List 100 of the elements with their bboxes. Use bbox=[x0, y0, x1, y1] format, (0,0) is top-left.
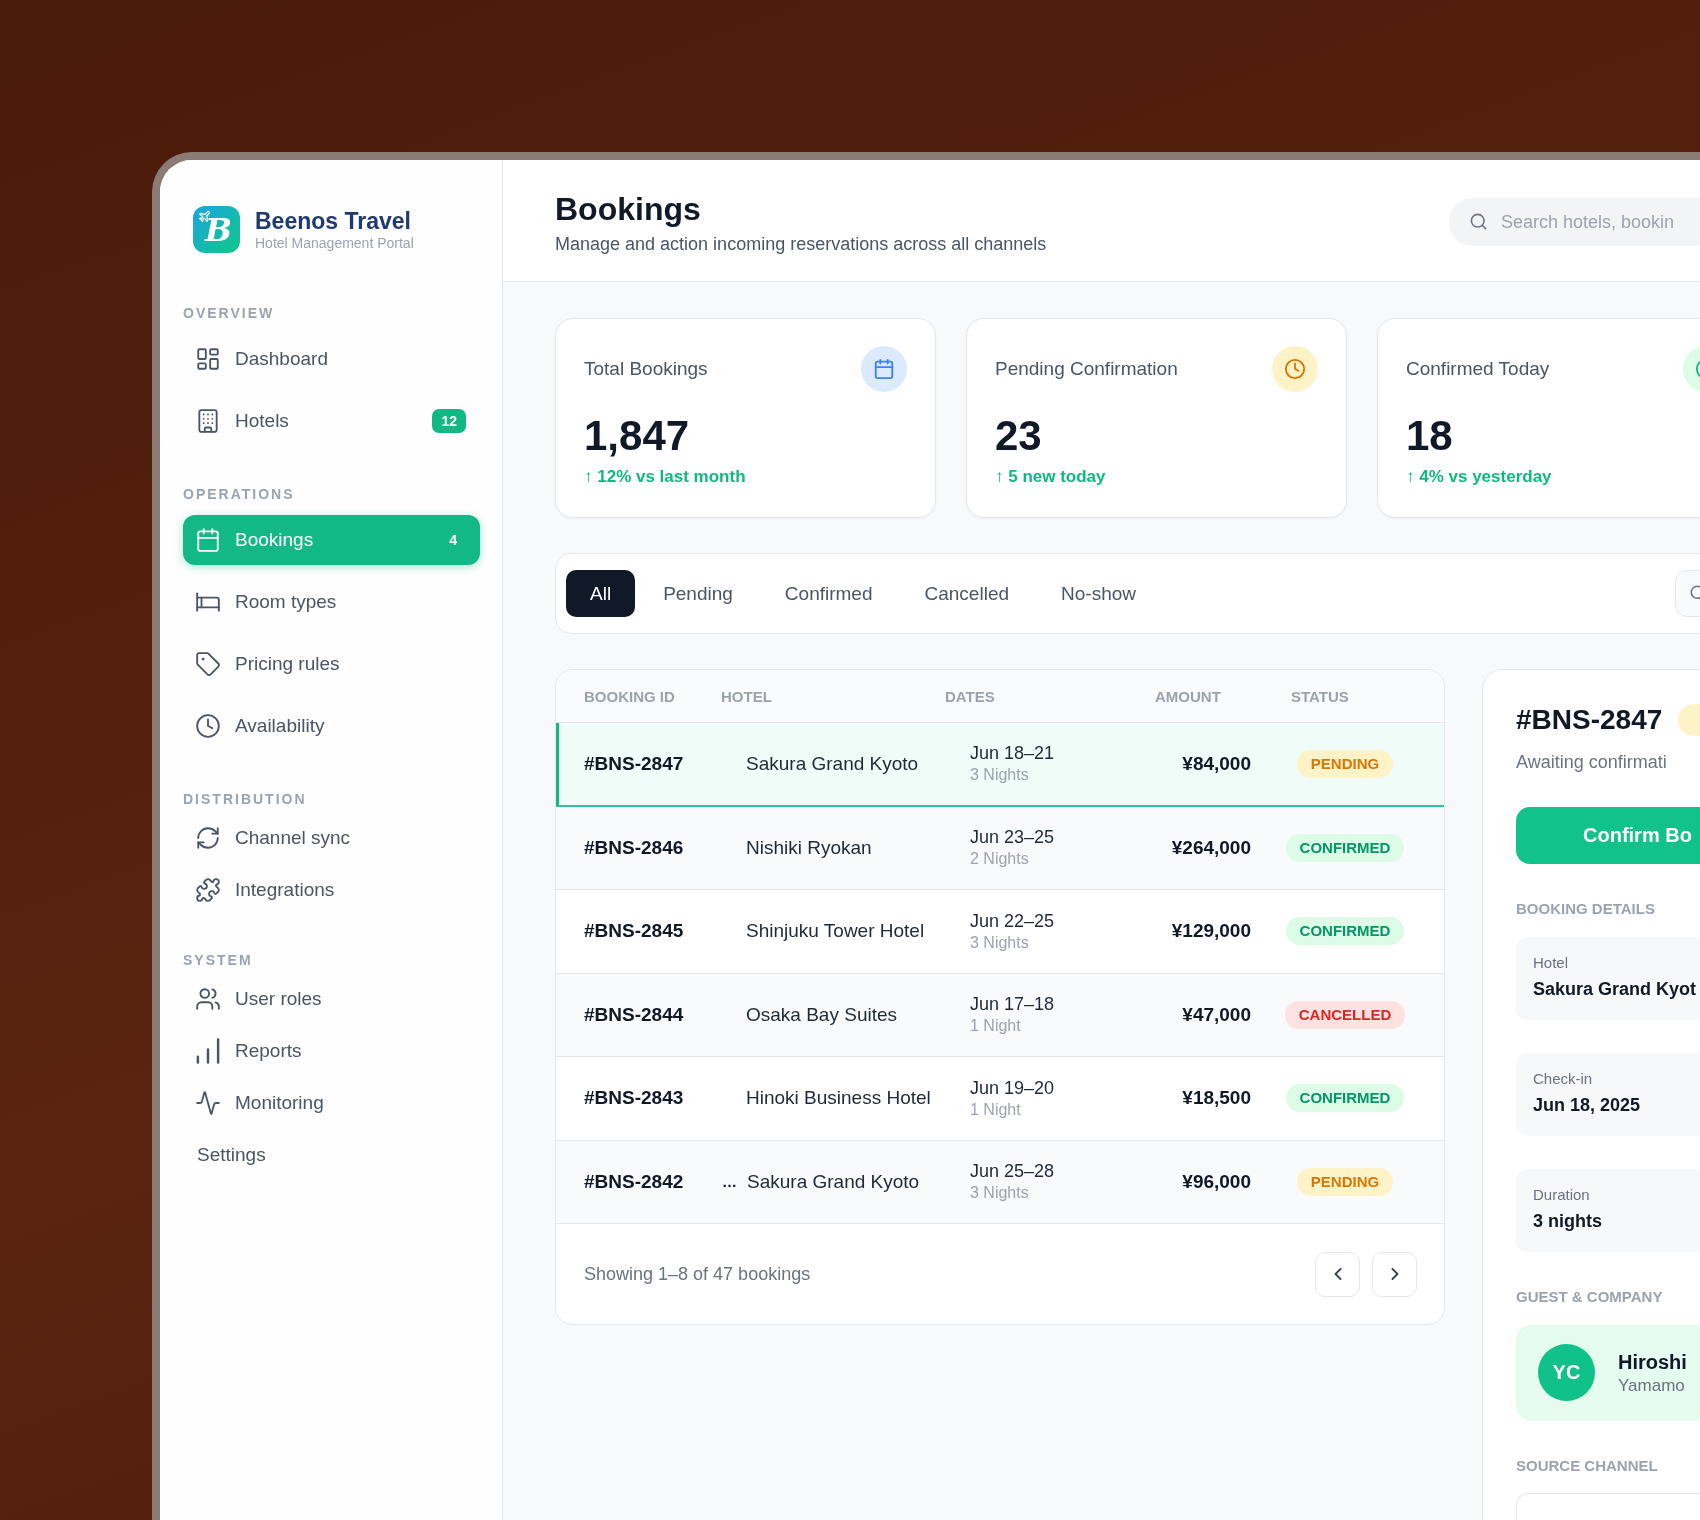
users-icon bbox=[195, 986, 221, 1012]
guest-company: Yamamo bbox=[1618, 1374, 1685, 1397]
next-page-button[interactable] bbox=[1372, 1251, 1417, 1297]
nav-item[interactable]: User roles bbox=[183, 977, 480, 1021]
nav-item[interactable]: Availability bbox=[183, 701, 480, 751]
hotel-name: Sakura Grand Kyoto bbox=[747, 1170, 920, 1193]
booking-id: #BNS-2844 bbox=[584, 1003, 684, 1026]
stat-change: ↑ 5 new today bbox=[995, 466, 1107, 488]
amount: ¥84,000 bbox=[1182, 752, 1251, 775]
stat-value: 18 bbox=[1406, 412, 1454, 460]
date-range: Jun 18–21 bbox=[970, 742, 1055, 766]
tag-icon bbox=[195, 651, 221, 677]
date-range: Jun 22–25 bbox=[970, 909, 1055, 933]
nav-label: Settings bbox=[197, 1144, 267, 1166]
filter-tab[interactable]: No-show bbox=[1037, 570, 1160, 617]
nights-count: 3 Nights bbox=[970, 1183, 1029, 1204]
column-header: AMOUNT bbox=[1155, 687, 1221, 705]
column-header: BOOKING ID bbox=[584, 687, 675, 705]
booking-id: #BNS-2842 bbox=[584, 1170, 684, 1193]
status-badge: CANCELLED bbox=[1284, 1000, 1406, 1029]
amount: ¥18,500 bbox=[1182, 1087, 1251, 1110]
detail-label: Check-in bbox=[1533, 1069, 1593, 1088]
pulse-icon bbox=[195, 1090, 221, 1116]
nights-count: 2 Nights bbox=[970, 849, 1029, 870]
booking-row[interactable]: #BNS-2847 Sakura Grand Kyoto Jun 18–21 3 Nights ¥84,000 PENDING bbox=[556, 723, 1444, 807]
nav-item[interactable]: Reports bbox=[183, 1029, 480, 1073]
nav-label: User roles bbox=[235, 988, 323, 1010]
booking-row[interactable]: #BNS-2842 … Sakura Grand Kyoto Jun 25–28 3 Nights ¥96,000 PENDING bbox=[556, 1140, 1444, 1224]
stat-change: ↑ 4% vs yesterday bbox=[1406, 466, 1553, 488]
status-badge: CONFIRMED bbox=[1285, 917, 1405, 946]
amount: ¥47,000 bbox=[1182, 1003, 1251, 1026]
status-badge: CONFIRMED bbox=[1285, 1084, 1405, 1113]
brand-tagline: Hotel Management Portal bbox=[255, 234, 414, 252]
nav-item[interactable]: Dashboard bbox=[183, 334, 480, 384]
building-icon bbox=[195, 408, 221, 434]
date-range: Jun 19–20 bbox=[970, 1076, 1055, 1100]
bar-chart-icon bbox=[195, 1038, 221, 1064]
detail-value: Jun 18, 2025 bbox=[1533, 1093, 1641, 1117]
booking-id: #BNS-2845 bbox=[584, 920, 684, 943]
stat-value: 23 bbox=[995, 412, 1043, 460]
search-field[interactable]: Search hotels, bookin bbox=[1449, 198, 1700, 246]
brand-name: Beenos Travel bbox=[255, 207, 412, 235]
filter-tab[interactable]: Pending bbox=[639, 570, 757, 617]
column-header: DATES bbox=[945, 687, 995, 705]
amount: ¥129,000 bbox=[1171, 920, 1251, 943]
booking-status-text: Awaiting confirmati bbox=[1516, 751, 1668, 774]
stat-label: Total Bookings bbox=[584, 358, 708, 380]
nav-item[interactable]: Room types bbox=[183, 577, 480, 627]
detail-label: Duration bbox=[1533, 1185, 1590, 1204]
status-badge: PENDING bbox=[1296, 1167, 1394, 1196]
section-label: SOURCE CHANNEL bbox=[1516, 1456, 1659, 1475]
count-label: 4 bbox=[448, 531, 458, 550]
puzzle-icon bbox=[195, 877, 221, 903]
count-badge: 12 bbox=[432, 409, 466, 433]
page-subtitle: Manage and action incoming reservations across all channels bbox=[555, 233, 1048, 256]
nav-item[interactable]: Hotels 12 bbox=[183, 396, 480, 446]
nav-item[interactable]: Pricing rules bbox=[183, 639, 480, 689]
filter-tab[interactable]: All bbox=[566, 570, 636, 617]
booking-row[interactable]: #BNS-2844 Osaka Bay Suites Jun 17–18 1 Night ¥47,000 CANCELLED bbox=[556, 973, 1444, 1057]
stat-label: Pending Confirmation bbox=[995, 358, 1178, 380]
amount: ¥264,000 bbox=[1171, 836, 1251, 859]
nav-item[interactable]: Monitoring bbox=[183, 1081, 480, 1125]
stat-value: 1,847 bbox=[584, 412, 691, 460]
previous-page-button[interactable] bbox=[1315, 1251, 1360, 1297]
hotel-name: Shinjuku Tower Hotel bbox=[746, 920, 925, 943]
clock-icon bbox=[195, 713, 221, 739]
clock-icon bbox=[1272, 346, 1318, 392]
hotel-name: Sakura Grand Kyoto bbox=[746, 752, 919, 775]
amount: ¥96,000 bbox=[1182, 1170, 1251, 1193]
logo-letter: B bbox=[204, 211, 232, 248]
dashboard-icon bbox=[195, 346, 221, 372]
search-icon bbox=[1469, 212, 1488, 231]
detail-value: 3 nights bbox=[1533, 1209, 1602, 1233]
nights-count: 3 Nights bbox=[970, 765, 1029, 786]
nav-item[interactable]: Channel sync bbox=[183, 816, 480, 860]
nav-label: Reports bbox=[235, 1040, 303, 1062]
avatar-initials: YC bbox=[1538, 1344, 1595, 1402]
sync-icon bbox=[195, 825, 221, 851]
page-title: Bookings bbox=[555, 190, 702, 228]
ellipsis-mark: … bbox=[722, 1172, 737, 1191]
pagination-summary: Showing 1–8 of 47 bookings bbox=[584, 1263, 811, 1285]
filter-tab[interactable]: Cancelled bbox=[900, 570, 1033, 617]
filter-tab[interactable]: Confirmed bbox=[760, 570, 897, 617]
detail-value: Sakura Grand Kyot bbox=[1533, 977, 1697, 1001]
section-label: DISTRIBUTION bbox=[183, 790, 308, 808]
nav-label: Hotels bbox=[235, 410, 290, 432]
date-range: Jun 25–28 bbox=[970, 1160, 1055, 1184]
nav-item[interactable]: Integrations bbox=[183, 868, 480, 912]
detail-label: Hotel bbox=[1533, 953, 1569, 972]
nav-label: Pricing rules bbox=[235, 653, 341, 675]
calendar-icon bbox=[195, 527, 221, 553]
date-range: Jun 23–25 bbox=[970, 826, 1055, 850]
nav-item[interactable]: Settings bbox=[183, 1133, 480, 1177]
nav-label: Dashboard bbox=[235, 348, 329, 370]
hotel-name: Osaka Bay Suites bbox=[746, 1003, 898, 1026]
section-label: SYSTEM bbox=[183, 951, 254, 969]
column-header: STATUS bbox=[1291, 687, 1349, 705]
booking-row[interactable]: #BNS-2846 Nishiki Ryokan Jun 23–25 2 Nights ¥264,000 CONFIRMED bbox=[556, 806, 1444, 890]
nights-count: 1 Night bbox=[970, 1099, 1021, 1120]
calendar-icon bbox=[861, 346, 907, 392]
